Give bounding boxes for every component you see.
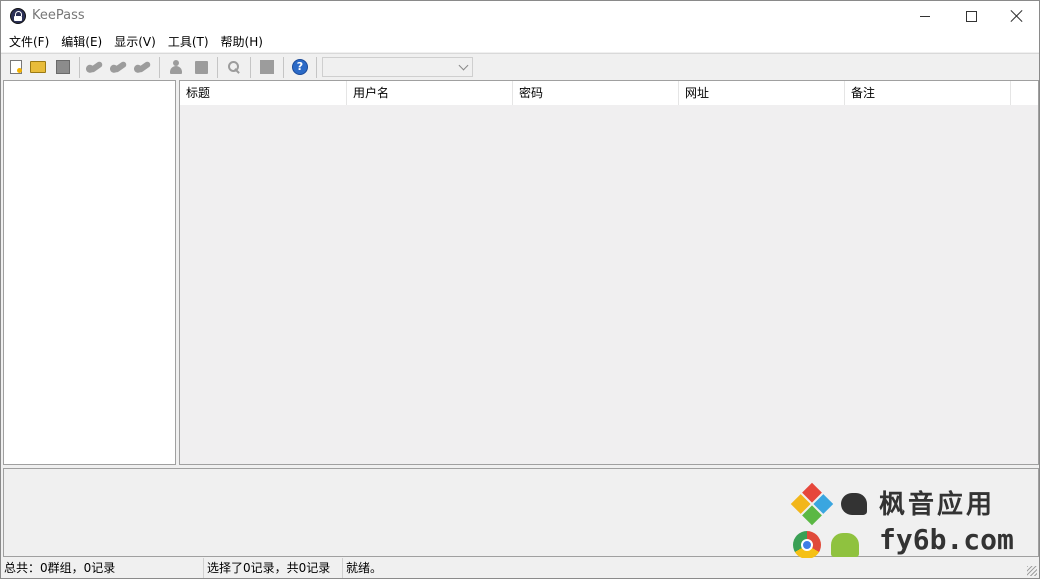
edit-entry-button[interactable] bbox=[111, 58, 129, 76]
copy-username-icon bbox=[169, 60, 183, 74]
toolbar-separator bbox=[79, 57, 80, 78]
help-button[interactable]: ? bbox=[291, 58, 309, 76]
entry-list-header: 标题 用户名 密码 网址 备注 bbox=[180, 81, 1038, 105]
new-database-icon bbox=[10, 60, 22, 74]
title-bar[interactable]: KeePass bbox=[1, 1, 1039, 31]
keepass-window: KeePass 文件(F) 编辑(E) 显示(V) 工具(T) 帮助(H) ? bbox=[0, 0, 1040, 579]
keepass-lock-icon[interactable] bbox=[10, 8, 26, 24]
toolbar: ? bbox=[1, 53, 1039, 80]
menu-file[interactable]: 文件(F) bbox=[3, 32, 55, 52]
edit-entry-key-icon bbox=[112, 60, 128, 74]
entry-list[interactable]: 标题 用户名 密码 网址 备注 bbox=[179, 80, 1039, 465]
new-database-button[interactable] bbox=[7, 58, 25, 76]
delete-entry-key-icon bbox=[136, 60, 152, 74]
open-folder-icon bbox=[30, 61, 46, 73]
watermark: 枫音应用 fy6b.com bbox=[790, 481, 1031, 561]
column-header-url[interactable]: 网址 bbox=[679, 81, 845, 105]
save-database-button[interactable] bbox=[54, 58, 72, 76]
copy-username-button[interactable] bbox=[167, 58, 185, 76]
watermark-bird-icon bbox=[841, 493, 867, 515]
minimize-button[interactable] bbox=[902, 1, 948, 31]
toolbar-separator bbox=[250, 57, 251, 78]
chevron-down-icon[interactable] bbox=[458, 60, 469, 71]
minimize-icon bbox=[920, 15, 930, 17]
maximize-icon bbox=[965, 10, 977, 22]
menu-edit[interactable]: 编辑(E) bbox=[55, 32, 108, 52]
toolbar-separator bbox=[217, 57, 218, 78]
status-totals: 总共：0群组，0记录 bbox=[4, 561, 116, 575]
delete-entry-button[interactable] bbox=[135, 58, 153, 76]
close-icon bbox=[1011, 10, 1023, 22]
watermark-chinese-text: 枫音应用 bbox=[879, 490, 996, 520]
menu-tools[interactable]: 工具(T) bbox=[162, 32, 215, 52]
quick-find-combobox[interactable] bbox=[322, 57, 473, 77]
watermark-logo bbox=[790, 482, 834, 526]
column-header-title[interactable]: 标题 bbox=[180, 81, 347, 105]
resize-grip-icon[interactable] bbox=[1027, 566, 1037, 576]
status-bar: 总共：0群组，0记录 选择了0记录，共0记录 就绪。 bbox=[1, 558, 1039, 578]
find-button[interactable] bbox=[225, 58, 243, 76]
copy-password-icon bbox=[194, 60, 208, 74]
add-entry-key-icon bbox=[88, 60, 104, 74]
status-state: 就绪。 bbox=[342, 558, 942, 578]
add-entry-button[interactable] bbox=[87, 58, 105, 76]
column-header-password[interactable]: 密码 bbox=[513, 81, 679, 105]
toolbar-separator bbox=[159, 57, 160, 78]
toolbar-separator bbox=[283, 57, 284, 78]
android-icon bbox=[831, 533, 859, 557]
column-header-notes[interactable]: 备注 bbox=[845, 81, 1011, 105]
close-button[interactable] bbox=[994, 1, 1040, 31]
lock-workspace-icon bbox=[260, 60, 274, 74]
menu-bar: 文件(F) 编辑(E) 显示(V) 工具(T) 帮助(H) bbox=[1, 31, 1039, 52]
open-database-button[interactable] bbox=[29, 58, 47, 76]
maximize-button[interactable] bbox=[948, 1, 994, 31]
column-header-username[interactable]: 用户名 bbox=[347, 81, 513, 105]
watermark-domain-text: fy6b.com bbox=[879, 523, 1014, 556]
copy-password-button[interactable] bbox=[192, 58, 210, 76]
menu-view[interactable]: 显示(V) bbox=[108, 32, 162, 52]
find-icon bbox=[227, 60, 241, 74]
group-tree[interactable] bbox=[3, 80, 176, 465]
toolbar-separator bbox=[316, 57, 317, 78]
save-disk-icon bbox=[56, 60, 70, 74]
lock-workspace-button[interactable] bbox=[258, 58, 276, 76]
help-icon: ? bbox=[292, 59, 308, 75]
status-selection: 选择了0记录，共0记录 bbox=[203, 558, 338, 578]
menu-help[interactable]: 帮助(H) bbox=[215, 32, 269, 52]
window-title: KeePass bbox=[32, 8, 85, 23]
chrome-icon bbox=[793, 531, 821, 559]
